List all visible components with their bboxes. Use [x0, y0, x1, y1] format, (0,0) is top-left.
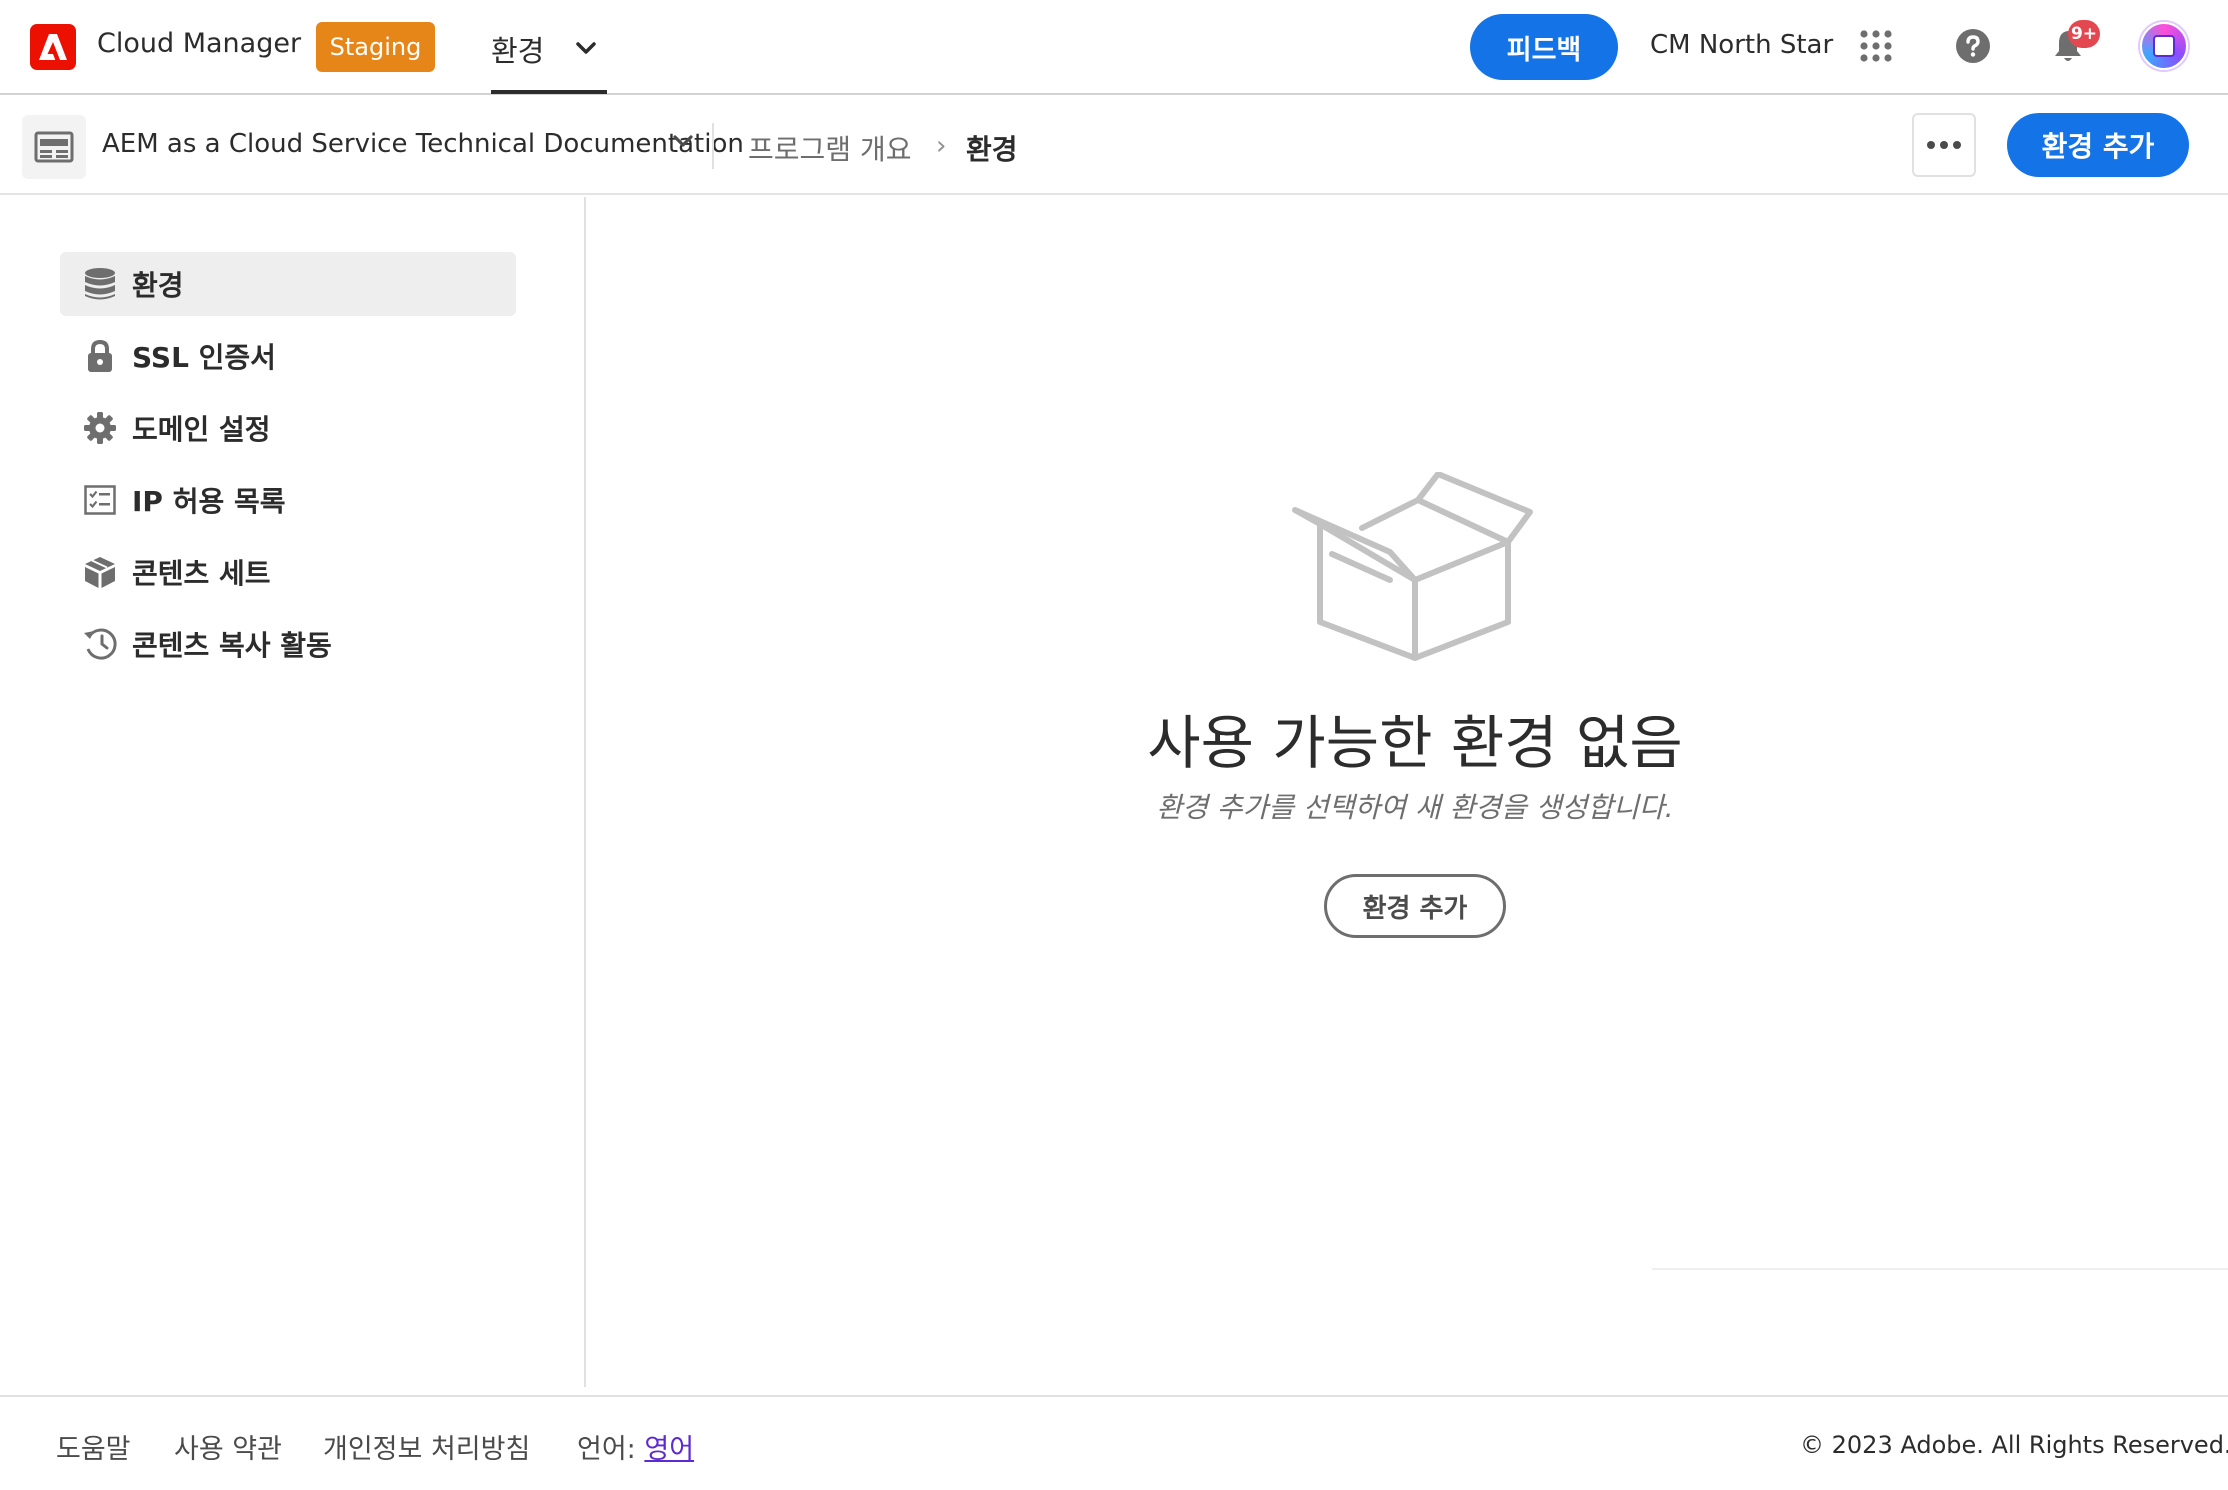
add-environment-button[interactable]: 환경 추가 [2007, 113, 2189, 177]
notification-badge: 9+ [2068, 20, 2100, 48]
footer-language: 언어: 영어 [577, 1427, 694, 1466]
environment-switcher-label: 환경 [491, 34, 545, 68]
sidebar-item-label: SSL 인증서 [132, 341, 276, 374]
sidebar-item-label: 콘텐츠 복사 활동 [132, 629, 332, 662]
sidebar-item-content-sets[interactable]: 콘텐츠 세트 [60, 540, 516, 604]
program-selector[interactable]: AEM as a Cloud Service Technical Documen… [102, 129, 744, 159]
chevron-down-icon[interactable] [672, 133, 694, 152]
footer: 도움말 사용 약관 개인정보 처리방침 언어: 영어 © 2023 Adobe.… [0, 1395, 2228, 1490]
chevron-down-icon [575, 40, 597, 59]
footer-language-label: 언어: [577, 1434, 636, 1465]
sidebar-item-label: 도메인 설정 [132, 413, 271, 446]
footer-privacy-link[interactable]: 개인정보 처리방침 [323, 1427, 530, 1466]
box-icon [82, 554, 118, 590]
copyright-text: © 2023 Adobe. All Rights Reserved. [1800, 1431, 2228, 1459]
sidebar-item-label: 환경 [132, 269, 184, 302]
more-icon [1927, 141, 1961, 149]
divider [1652, 1268, 2228, 1270]
sidebar-item-domain-settings[interactable]: 도메인 설정 [60, 396, 516, 460]
environment-badge: Staging [316, 22, 435, 72]
program-icon [22, 115, 86, 179]
org-switcher[interactable]: CM North Star [1650, 30, 1833, 60]
user-avatar[interactable] [2140, 22, 2188, 70]
sidebar-item-label: IP 허용 목록 [132, 485, 286, 518]
apps-grid-icon[interactable] [1858, 28, 1894, 64]
sidebar-item-ip-allow-list[interactable]: IP 허용 목록 [60, 468, 516, 532]
top-bar: Cloud Manager Staging 환경 피드백 CM North St… [0, 0, 2228, 95]
checklist-icon [82, 482, 118, 518]
sidebar: 환경 SSL 인증서 도메인 설정 IP 허용 목록 콘텐츠 세트 콘텐츠 복사… [0, 197, 586, 1387]
empty-state-description: 환경 추가를 선택하여 새 환경을 생성합니다. [1156, 791, 1674, 824]
more-actions-button[interactable] [1912, 113, 1976, 177]
footer-terms-link[interactable]: 사용 약관 [174, 1427, 282, 1466]
empty-state-title: 사용 가능한 환경 없음 [1147, 709, 1683, 777]
footer-language-link[interactable]: 영어 [644, 1434, 694, 1465]
sidebar-item-content-copy-activity[interactable]: 콘텐츠 복사 활동 [60, 612, 516, 676]
divider [712, 123, 714, 169]
footer-help-link[interactable]: 도움말 [56, 1427, 131, 1466]
history-icon [82, 626, 118, 662]
database-icon [82, 266, 118, 302]
help-icon[interactable] [1955, 28, 1991, 64]
sidebar-item-ssl-certificates[interactable]: SSL 인증서 [60, 324, 516, 388]
program-bar: AEM as a Cloud Service Technical Documen… [0, 97, 2228, 195]
environment-switcher[interactable]: 환경 [491, 18, 607, 94]
lock-icon [82, 338, 118, 374]
sidebar-item-environments[interactable]: 환경 [60, 252, 516, 316]
empty-box-icon [1290, 471, 1540, 662]
gear-icon [82, 410, 118, 446]
app-name[interactable]: Cloud Manager [97, 28, 301, 59]
breadcrumb-separator: › [936, 131, 947, 161]
feedback-button[interactable]: 피드백 [1470, 14, 1618, 80]
breadcrumb-program-overview[interactable]: 프로그램 개요 [748, 128, 911, 168]
adobe-logo-icon[interactable] [30, 24, 76, 70]
breadcrumb-current: 환경 [966, 133, 1018, 166]
empty-state-add-environment-button[interactable]: 환경 추가 [1324, 874, 1506, 938]
sidebar-item-label: 콘텐츠 세트 [132, 557, 271, 590]
